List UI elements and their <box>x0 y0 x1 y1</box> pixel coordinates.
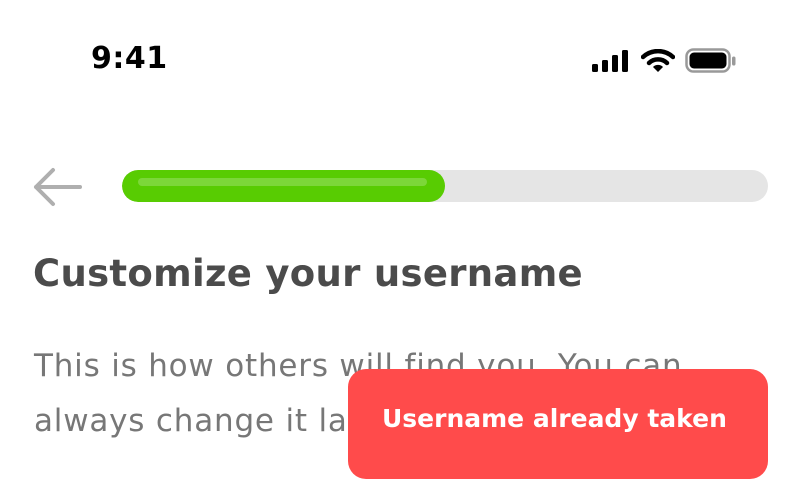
battery-icon <box>685 48 736 73</box>
progress-highlight <box>138 178 427 186</box>
progress-fill <box>122 170 445 202</box>
wifi-icon <box>641 49 675 72</box>
status-time: 9:41 <box>91 41 168 76</box>
back-button[interactable] <box>31 165 83 209</box>
cellular-signal-icon <box>592 50 628 72</box>
description-line: always change it later. <box>34 403 402 439</box>
error-toast: Username already taken <box>348 369 768 479</box>
status-bar: 9:41 <box>0 0 800 110</box>
page-title: Customize your username <box>33 252 583 295</box>
status-icons <box>592 46 742 74</box>
onboarding-header <box>0 160 800 215</box>
arrow-left-icon <box>34 168 82 206</box>
progress-bar <box>122 170 768 202</box>
error-message: Username already taken <box>382 404 727 433</box>
